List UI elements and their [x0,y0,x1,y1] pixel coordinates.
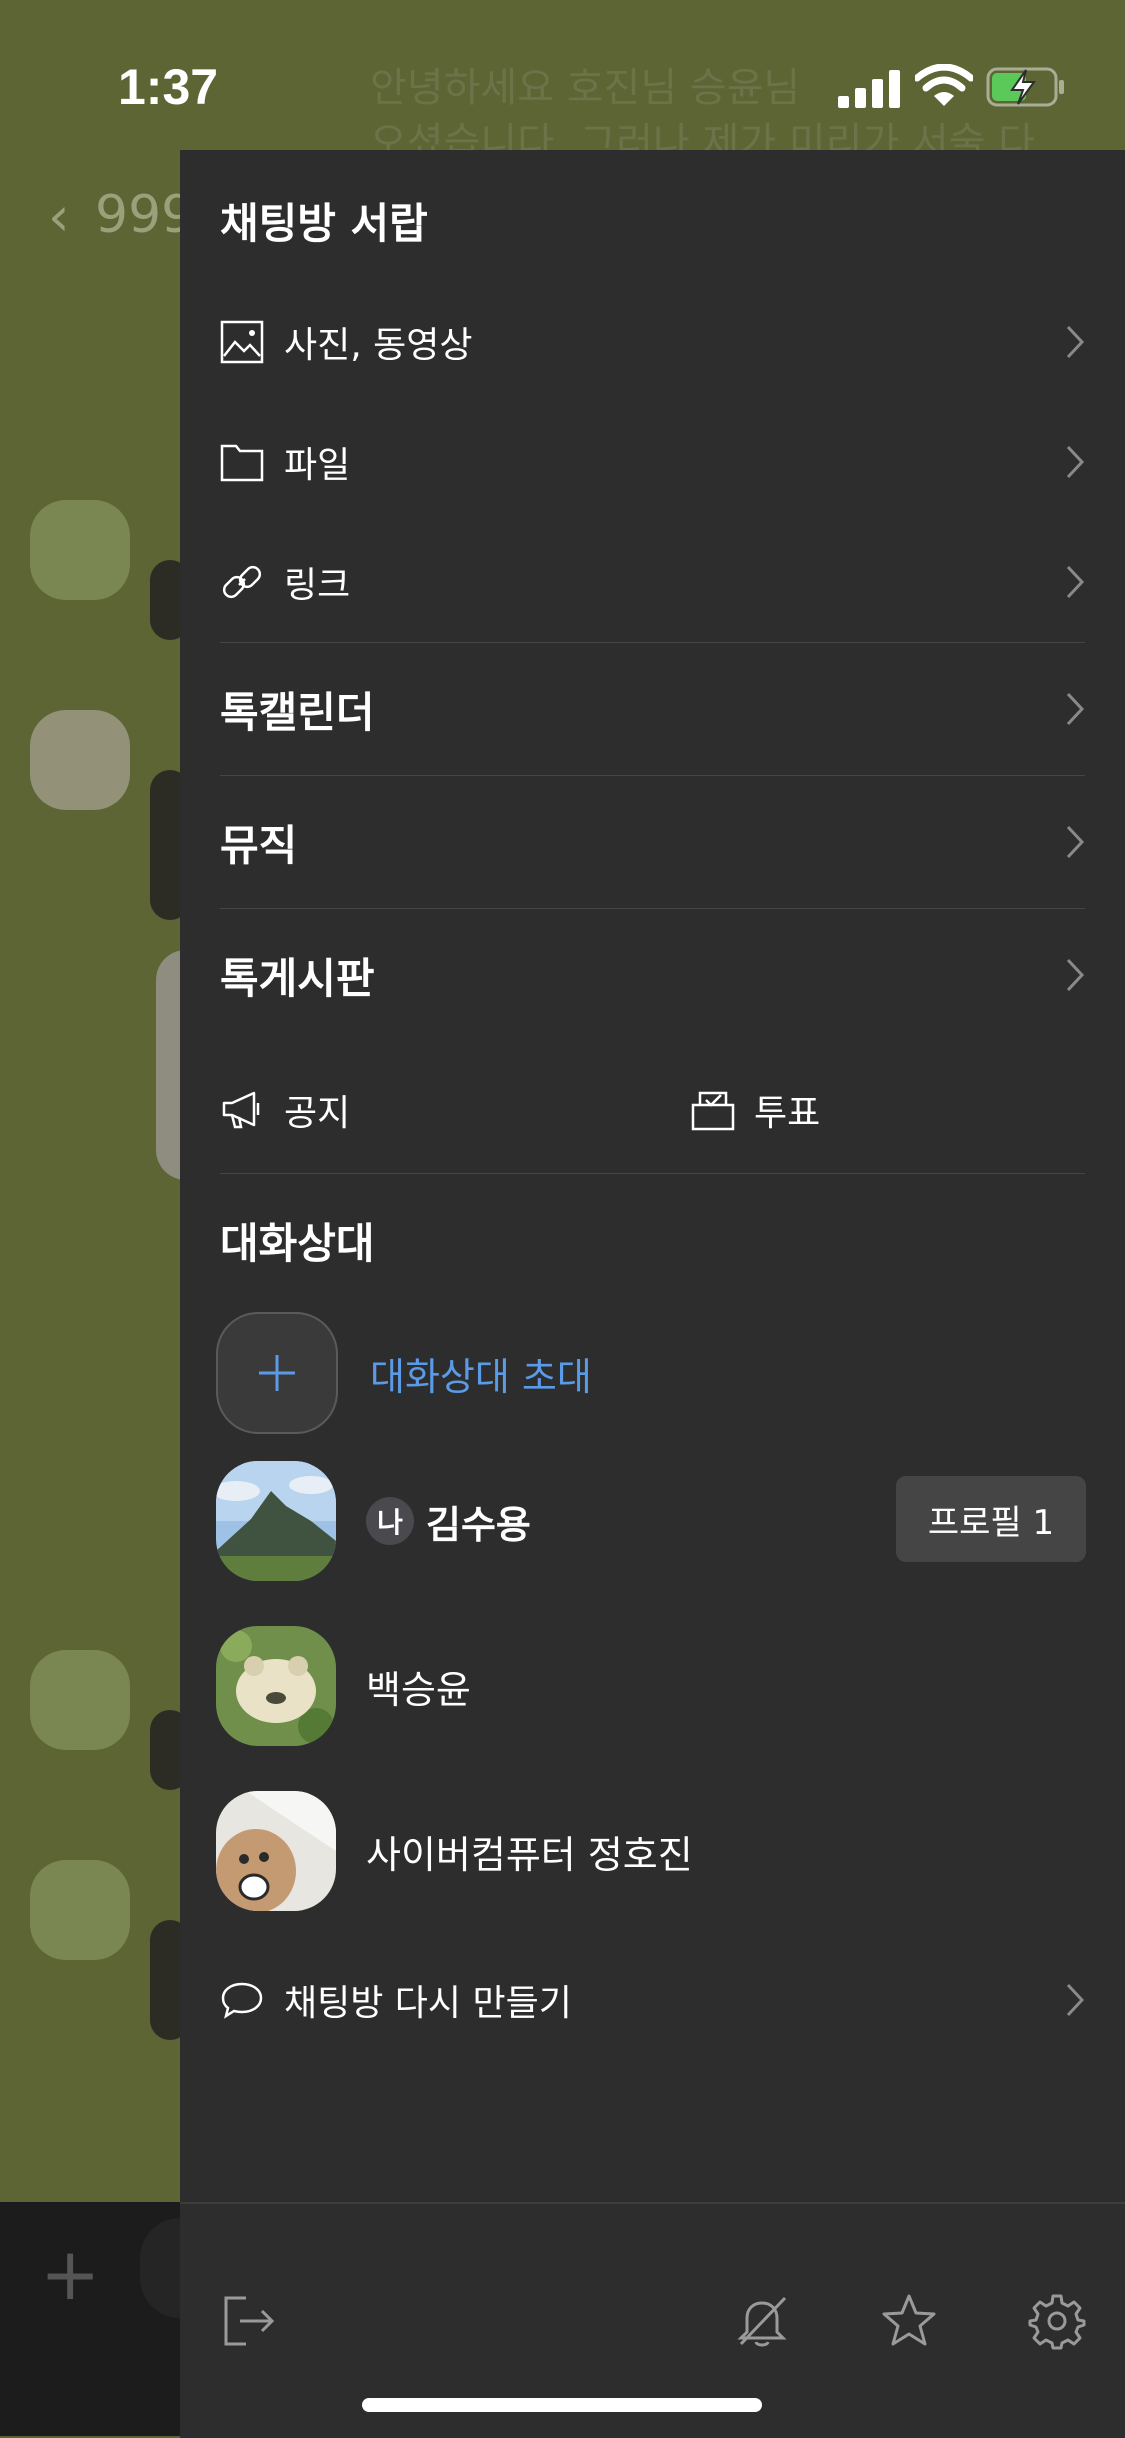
divider [220,775,1085,776]
back-chevron-icon[interactable]: ‹ [48,185,70,248]
exit-icon[interactable] [220,2292,278,2350]
members-title: 대화상대 [220,1219,375,1268]
music-label: 뮤직 [220,820,298,870]
plus-icon[interactable]: + [40,2232,100,2316]
chat-drawer: 채팅방 서랍 사진, 동영상 파일 링크 톡캘린더 뮤직 톡게시판 공지 투표 … [180,150,1125,2438]
home-indicator[interactable] [362,2398,762,2412]
drawer-item-files[interactable]: 파일 [220,432,1085,492]
plus-icon [259,1355,295,1391]
avatar[interactable] [216,1626,336,1746]
chevron-right-icon [1066,1983,1085,2017]
drawer-item-talk-board[interactable]: 톡게시판 [220,942,1085,1008]
poll-button[interactable]: 투표 [690,1080,820,1140]
notice-label: 공지 [284,1093,351,1134]
chevron-right-icon [1066,325,1085,359]
vote-icon [691,1091,735,1131]
member-row-me[interactable]: 나 김수용 프로필 1 [216,1460,1086,1582]
drawer-item-talk-calendar[interactable]: 톡캘린더 [220,676,1085,742]
files-label: 파일 [284,445,351,486]
chevron-right-icon [1066,825,1085,859]
member-name: 백승윤 [366,1667,471,1712]
avatar[interactable] [216,1461,336,1581]
poll-label: 투표 [754,1093,821,1134]
signal-icon [838,70,900,108]
talk-board-label: 톡게시판 [220,953,375,1003]
recreate-chatroom-button[interactable]: 채팅방 다시 만들기 [220,1968,1085,2032]
gear-icon[interactable] [1028,2292,1086,2350]
drawer-item-music[interactable]: 뮤직 [220,809,1085,875]
avatar[interactable] [216,1791,336,1911]
member-name: 사이버컴퓨터 정호진 [366,1832,693,1877]
talk-calendar-label: 톡캘린더 [220,687,375,737]
bell-off-icon[interactable] [733,2292,791,2350]
star-icon[interactable] [880,2292,938,2350]
photo-icon [220,320,264,364]
profile-button[interactable]: 프로필 1 [896,1476,1086,1562]
drawer-title: 채팅방 서랍 [220,199,428,248]
photos-label: 사진, 동영상 [284,325,473,366]
invite-member-row[interactable]: 대화상대 초대 [216,1312,1086,1434]
drawer-item-photos[interactable]: 사진, 동영상 [220,312,1085,372]
megaphone-icon [222,1091,260,1129]
invite-button[interactable] [216,1312,338,1434]
recreate-label: 채팅방 다시 만들기 [284,1983,572,2024]
notice-button[interactable]: 공지 [220,1080,350,1140]
avatar [30,710,130,810]
status-bar: 1:37 [0,0,1125,150]
link-icon [222,565,262,599]
avatar [30,1650,130,1750]
member-row[interactable]: 백승윤 [216,1625,1086,1747]
invite-label: 대화상대 초대 [370,1354,592,1399]
me-badge: 나 [366,1497,414,1545]
clock: 1:37 [118,59,219,115]
battery-charging-icon [986,67,1064,107]
links-label: 링크 [284,565,351,606]
chevron-right-icon [1066,445,1085,479]
member-row[interactable]: 사이버컴퓨터 정호진 [216,1790,1086,1912]
wifi-icon [915,64,973,106]
divider [220,1173,1085,1174]
member-name: 김수용 [426,1502,531,1547]
speech-bubble-icon [221,1982,263,2019]
folder-icon [220,444,264,482]
avatar [30,1860,130,1960]
avatar [30,500,130,600]
chevron-right-icon [1066,692,1085,726]
drawer-item-links[interactable]: 링크 [220,552,1085,612]
divider [220,642,1085,643]
divider [220,908,1085,909]
chevron-right-icon [1066,565,1085,599]
chevron-right-icon [1066,958,1085,992]
